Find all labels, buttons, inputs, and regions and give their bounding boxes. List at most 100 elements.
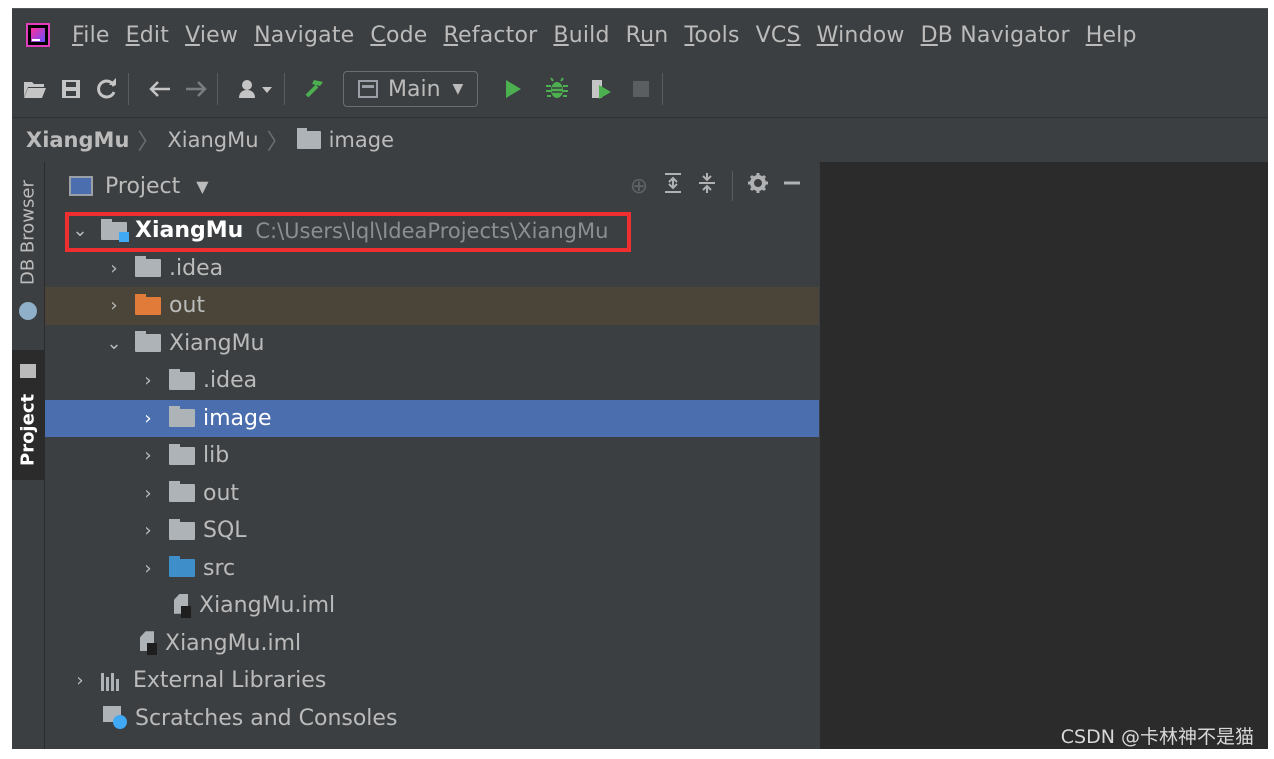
menu-tools[interactable]: Tools xyxy=(684,23,739,48)
caret-down-icon: ▼ xyxy=(196,176,209,196)
open-folder-icon[interactable] xyxy=(22,76,48,102)
tree-row-module-out[interactable]: › out xyxy=(45,475,819,513)
chevron-down-icon[interactable]: ⌄ xyxy=(103,333,125,354)
folder-icon xyxy=(169,443,195,465)
project-panel: Project ▼ ⊕ ⌄ XiangMu C:\Users\lql\IdeaP… xyxy=(45,162,819,749)
chevron-down-icon[interactable]: ⌄ xyxy=(69,220,91,241)
expand-all-icon[interactable] xyxy=(656,172,690,200)
breadcrumb-folder[interactable]: image xyxy=(329,128,394,152)
tree-row-scratches[interactable]: Scratches and Consoles xyxy=(45,700,819,738)
tree-item-label: XiangMu.iml xyxy=(165,630,302,656)
user-dropdown-icon[interactable] xyxy=(236,76,276,102)
folder-icon xyxy=(169,406,195,428)
menu-edit[interactable]: Edit xyxy=(126,23,169,48)
tree-row-image[interactable]: › image xyxy=(45,399,819,437)
module-folder-icon xyxy=(101,218,129,242)
caret-down-icon: ▼ xyxy=(452,81,464,97)
ide-window: File Edit View Navigate Code Refactor Bu… xyxy=(12,8,1268,749)
locate-crosshair-icon[interactable]: ⊕ xyxy=(622,174,656,199)
tree-item-label: Scratches and Consoles xyxy=(135,705,398,731)
breadcrumb-separator: 〉 xyxy=(266,130,289,155)
tree-row-root-iml[interactable]: XiangMu.iml xyxy=(45,625,819,663)
scratches-icon xyxy=(103,706,129,730)
chevron-right-icon[interactable]: › xyxy=(137,408,159,429)
menu-window[interactable]: Window xyxy=(817,23,905,48)
excluded-folder-icon xyxy=(135,293,161,315)
collapse-all-icon[interactable] xyxy=(690,172,724,200)
chevron-right-icon[interactable]: › xyxy=(69,670,91,691)
chevron-right-icon[interactable]: › xyxy=(137,370,159,391)
menu-vcs[interactable]: VCS xyxy=(756,23,801,48)
tab-db-browser[interactable]: DB Browser xyxy=(12,178,44,288)
coverage-icon[interactable] xyxy=(588,76,614,102)
breadcrumb-project[interactable]: XiangMu xyxy=(26,128,129,152)
tree-row-lib[interactable]: › lib xyxy=(45,437,819,475)
breadcrumb-separator: 〉 xyxy=(137,130,160,155)
chevron-right-icon[interactable]: › xyxy=(137,558,159,579)
tree-row-module[interactable]: ⌄ XiangMu xyxy=(45,325,819,363)
menu-help[interactable]: Help xyxy=(1086,23,1137,48)
tree-item-label: XiangMu xyxy=(169,330,265,356)
tree-row-sql[interactable]: › SQL xyxy=(45,512,819,550)
breadcrumb-module[interactable]: XiangMu xyxy=(167,128,258,152)
run-configuration-selector[interactable]: Main ▼ xyxy=(343,71,479,107)
menu-build[interactable]: Build xyxy=(553,23,609,48)
intellij-logo-icon xyxy=(26,23,50,47)
chevron-right-icon[interactable]: › xyxy=(137,520,159,541)
menu-code[interactable]: Code xyxy=(370,23,427,48)
tab-db-browser-label: DB Browser xyxy=(17,180,39,286)
chevron-right-icon[interactable]: › xyxy=(137,445,159,466)
project-panel-title: Project xyxy=(105,173,181,199)
tree-row-src[interactable]: › src xyxy=(45,550,819,588)
menu-refactor[interactable]: Refactor xyxy=(444,23,538,48)
tree-row-external-libraries[interactable]: › External Libraries xyxy=(45,662,819,700)
chevron-right-icon[interactable]: › xyxy=(103,258,125,279)
menu-run[interactable]: Run xyxy=(626,23,669,48)
menu-view[interactable]: View xyxy=(185,23,238,48)
iml-file-icon xyxy=(137,631,159,656)
tree-root-path: C:\Users\lql\IdeaProjects\XiangMu xyxy=(255,218,609,243)
menu-file[interactable]: File xyxy=(72,23,110,48)
project-view-selector[interactable]: Project ▼ xyxy=(69,174,209,199)
tab-project[interactable]: Project xyxy=(12,350,44,480)
folder-icon xyxy=(169,481,195,503)
tree-row-module-idea[interactable]: › .idea xyxy=(45,362,819,400)
gear-icon[interactable] xyxy=(741,172,775,200)
save-icon[interactable] xyxy=(58,76,84,102)
sync-icon[interactable] xyxy=(94,76,120,102)
toolbar-separator xyxy=(284,73,285,105)
tree-row-idea[interactable]: › .idea xyxy=(45,250,819,288)
tab-project-label: Project xyxy=(17,393,39,467)
menu-bar: File Edit View Navigate Code Refactor Bu… xyxy=(12,9,1268,61)
menu-db-navigator[interactable]: DB Navigator xyxy=(921,23,1070,48)
iml-file-icon xyxy=(171,594,193,618)
folder-icon xyxy=(135,256,161,278)
source-folder-icon xyxy=(169,556,195,578)
toolbar-separator xyxy=(217,73,218,105)
library-icon xyxy=(101,671,125,691)
stop-icon[interactable] xyxy=(628,76,654,102)
back-arrow-icon[interactable] xyxy=(147,76,173,102)
tree-root-label: XiangMu xyxy=(135,218,244,244)
tree-row-root[interactable]: ⌄ XiangMu C:\Users\lql\IdeaProjects\Xian… xyxy=(45,212,819,250)
chevron-right-icon[interactable]: › xyxy=(103,295,125,316)
watermark-text: CSDN @卡林神不是猫 xyxy=(1060,726,1254,748)
project-tree: ⌄ XiangMu C:\Users\lql\IdeaProjects\Xian… xyxy=(45,212,819,737)
left-tool-strip: DB Browser Project xyxy=(12,162,45,749)
tree-item-label: lib xyxy=(203,443,230,469)
minimize-icon[interactable] xyxy=(775,173,809,199)
tree-row-module-iml[interactable]: XiangMu.iml xyxy=(45,587,819,625)
tree-item-label: External Libraries xyxy=(133,668,327,694)
chevron-right-icon[interactable]: › xyxy=(137,483,159,504)
tree-item-label: src xyxy=(203,555,236,581)
menu-navigate[interactable]: Navigate xyxy=(254,23,354,48)
folder-icon xyxy=(296,128,321,149)
folder-icon xyxy=(169,518,195,540)
build-hammer-icon[interactable] xyxy=(303,76,329,102)
run-icon[interactable] xyxy=(500,76,526,102)
run-config-label: Main xyxy=(388,76,441,102)
forward-arrow-icon[interactable] xyxy=(183,76,209,102)
tree-row-out[interactable]: › out xyxy=(45,287,819,325)
folder-icon xyxy=(20,363,36,378)
debug-bug-icon[interactable] xyxy=(544,76,570,102)
